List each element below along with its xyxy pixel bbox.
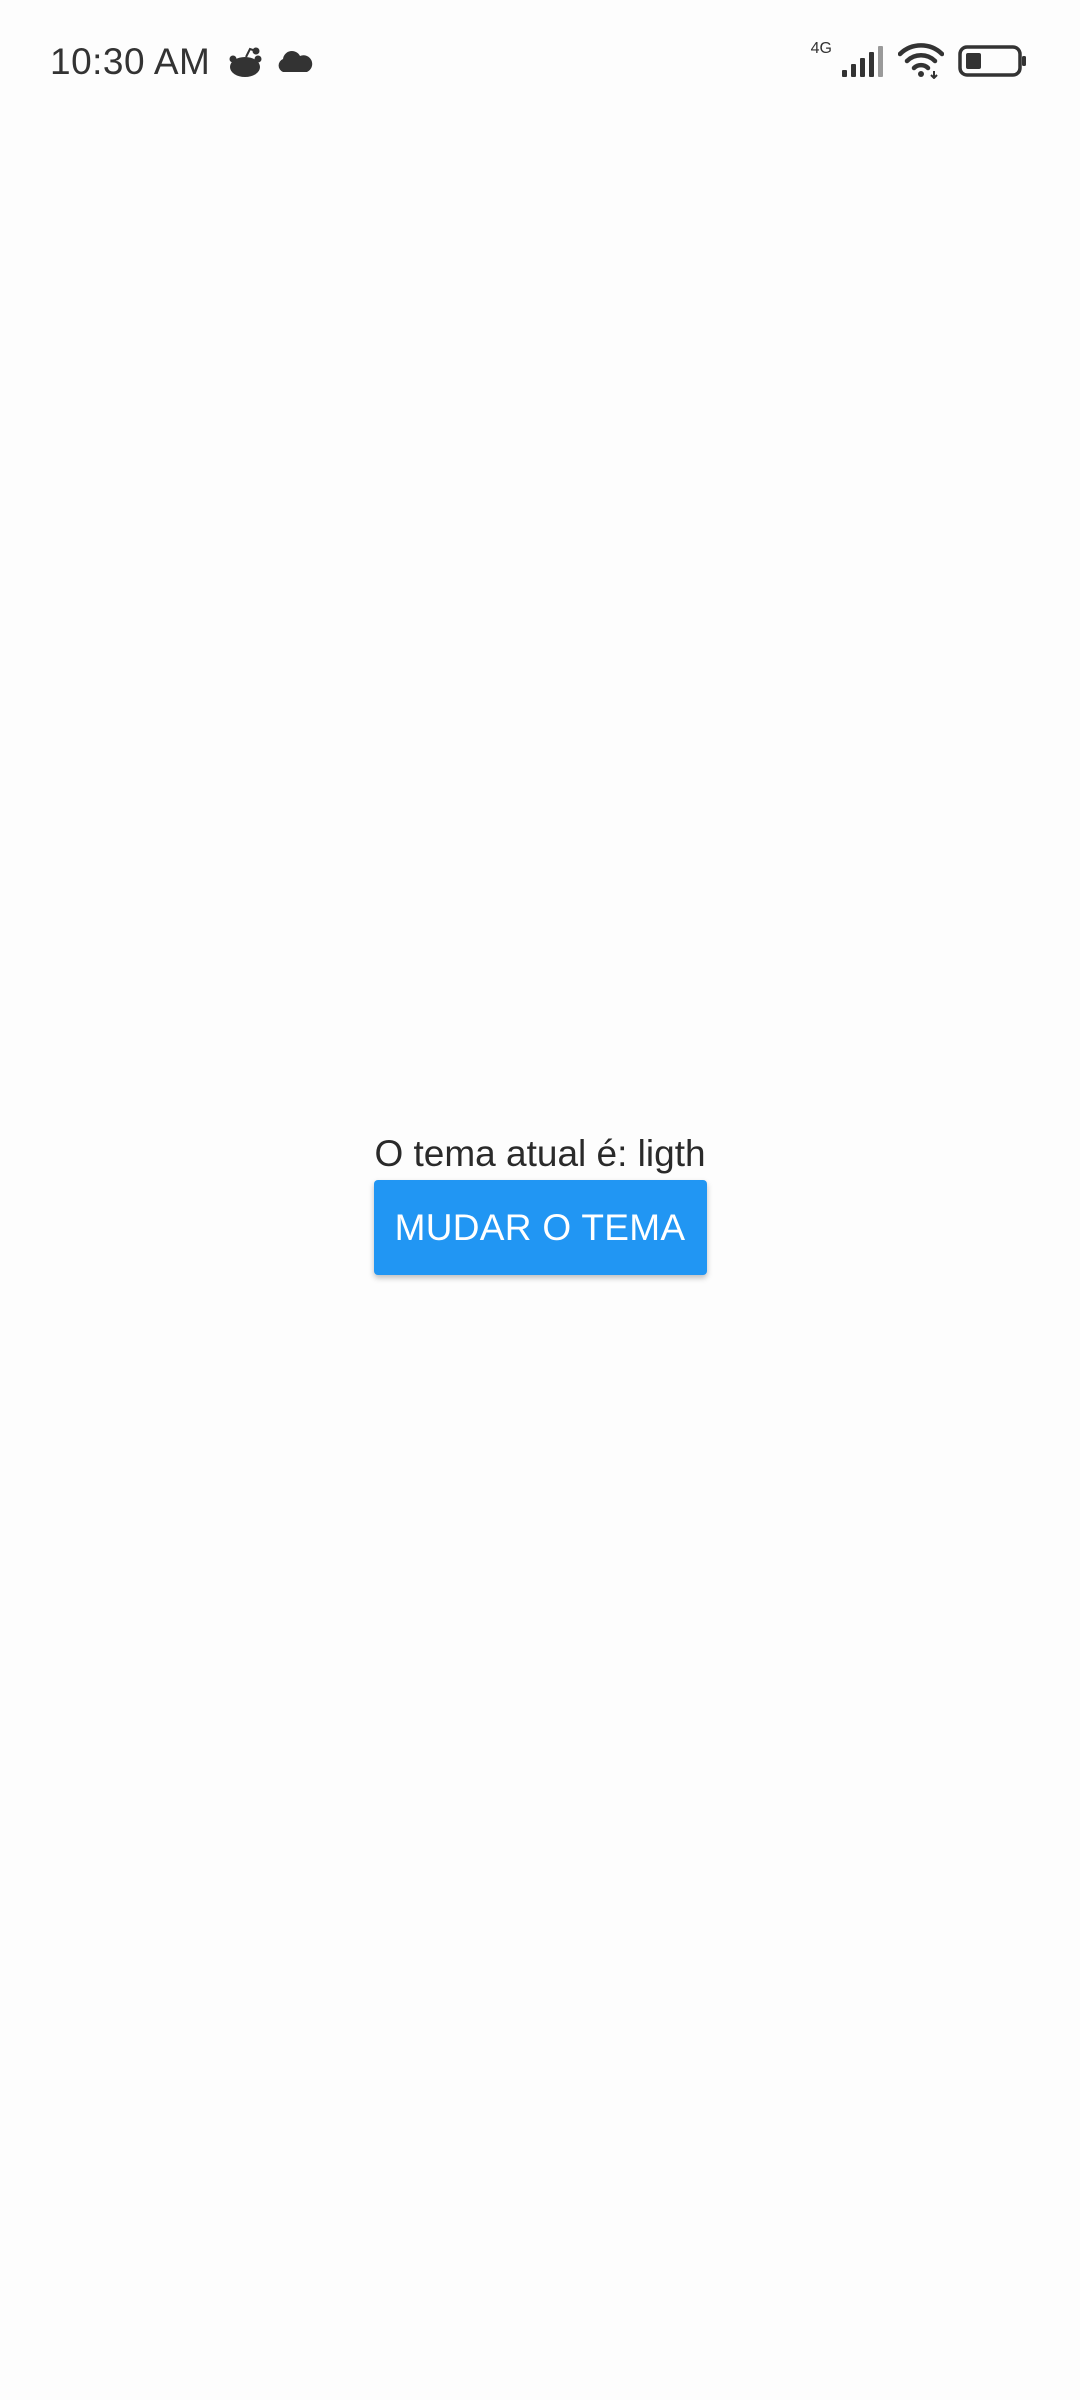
reddit-icon	[228, 45, 266, 79]
cloud-icon	[274, 48, 314, 76]
battery-icon	[958, 44, 1028, 78]
theme-panel: O tema atual é: ligth MUDAR O TEMA	[0, 1128, 1080, 1275]
wifi-icon	[898, 43, 944, 79]
status-left-group: 10:30 AM	[50, 38, 314, 86]
network-type-label: 4G	[810, 40, 832, 57]
signal-icon	[840, 44, 884, 78]
current-theme-label: O tema atual é: ligth	[374, 1133, 706, 1174]
change-theme-button[interactable]: MUDAR O TEMA	[373, 1180, 707, 1275]
status-clock: 10:30 AM	[50, 41, 211, 82]
status-bar: 10:30 AM 4G	[0, 0, 1080, 120]
status-right-group: 4G	[811, 36, 1028, 86]
